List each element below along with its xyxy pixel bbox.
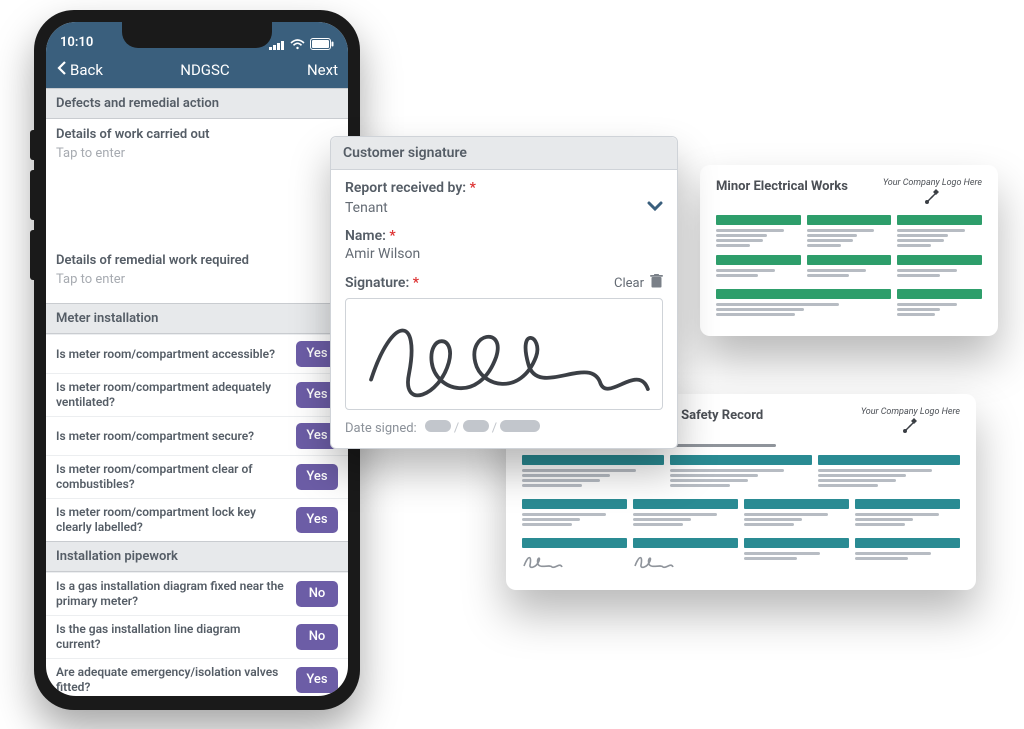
question-text: Is meter room/compartment lock key clear… [56,505,288,535]
question-row: Is meter room/compartment secure? Yes [46,416,348,455]
date-part-placeholder[interactable] [425,420,451,432]
received-by-select[interactable]: Tenant [345,196,663,220]
phone-notch [122,22,272,48]
logo-placeholder: Your Company Logo Here [883,179,982,205]
back-button[interactable]: Back [56,60,103,80]
battery-icon [310,38,334,50]
required-asterisk: * [470,180,476,196]
required-asterisk: * [389,228,395,244]
received-by-label: Report received by: [345,180,466,196]
phone-screen: 10:10 Back NDGSC Next Defec [46,22,348,696]
remedial-placeholder: Tap to enter [56,272,338,287]
tools-icon [924,189,940,205]
answer-toggle[interactable]: Yes [296,464,338,490]
date-part-placeholder[interactable] [463,420,489,432]
question-text: Is meter room/compartment clear of combu… [56,462,288,492]
date-signed-label: Date signed: [345,421,417,436]
app-navbar: Back NDGSC Next [46,52,348,88]
work-out-placeholder: Tap to enter [56,146,338,161]
signature-panel: Customer signature Report received by: *… [330,136,678,449]
answer-toggle[interactable]: Yes [296,507,338,533]
work-out-label: Details of work carried out [56,127,338,142]
answer-toggle[interactable]: No [296,624,338,650]
section-header-meter: Meter installation [46,303,348,334]
screen-title: NDGSC [180,61,229,79]
trash-icon [650,274,663,292]
tools-icon [902,418,918,434]
field-work-carried-out[interactable]: Details of work carried out Tap to enter [46,119,348,245]
date-signed-row: Date signed: / / [345,420,663,436]
field-remedial-required[interactable]: Details of remedial work required Tap to… [46,245,348,303]
name-value[interactable]: Amir Wilson [345,244,663,266]
date-part-placeholder[interactable] [500,420,540,432]
back-label: Back [70,61,103,79]
status-time: 10:10 [60,35,93,50]
answer-toggle[interactable]: Yes [296,667,338,693]
question-text: Is the gas installation line diagram cur… [56,622,288,652]
question-row: Is the gas installation line diagram cur… [46,615,348,658]
clear-label: Clear [614,276,644,291]
wifi-icon [290,39,305,50]
signature-header: Customer signature [331,137,677,170]
question-row: Are adequate emergency/isolation valves … [46,658,348,696]
report-title: Minor Electrical Works [716,179,848,194]
signature-label: Signature: [345,275,409,291]
question-row: Is meter room/compartment clear of combu… [46,455,348,498]
question-text: Is a gas installation diagram fixed near… [56,579,288,609]
received-by-value: Tenant [345,200,388,216]
chevron-down-icon [647,200,663,216]
chevron-left-icon [56,60,68,80]
logo-placeholder-text: Your Company Logo Here [861,408,960,417]
question-row: Is meter room/compartment adequately ven… [46,373,348,416]
question-text: Are adequate emergency/isolation valves … [56,665,288,695]
question-row: Is a gas installation diagram fixed near… [46,572,348,615]
report-card-minor-electrical: Minor Electrical Works Your Company Logo… [700,165,998,336]
section-header-defects: Defects and remedial action [46,88,348,119]
next-button[interactable]: Next [307,61,338,79]
mini-signature-icon [522,552,627,574]
required-asterisk: * [413,275,419,291]
question-text: Is meter room/compartment adequately ven… [56,380,288,410]
section-header-pipework: Installation pipework [46,541,348,572]
question-text: Is meter room/compartment accessible? [56,347,288,362]
signal-icon [269,39,285,50]
clear-signature-button[interactable]: Clear [614,274,663,292]
form-scroll[interactable]: Defects and remedial action Details of w… [46,88,348,696]
signature-pad[interactable] [345,298,663,410]
mini-signature-icon [633,552,738,574]
phone-frame: 10:10 Back NDGSC Next Defec [34,10,360,710]
answer-toggle[interactable]: No [296,581,338,607]
question-row: Is meter room/compartment lock key clear… [46,498,348,541]
signature-drawing [354,305,657,411]
question-row: Is meter room/compartment accessible? Ye… [46,334,348,373]
question-text: Is meter room/compartment secure? [56,429,288,444]
logo-placeholder-text: Your Company Logo Here [883,179,982,188]
name-label: Name: [345,228,386,244]
logo-placeholder: Your Company Logo Here [861,408,960,434]
remedial-label: Details of remedial work required [56,253,338,268]
